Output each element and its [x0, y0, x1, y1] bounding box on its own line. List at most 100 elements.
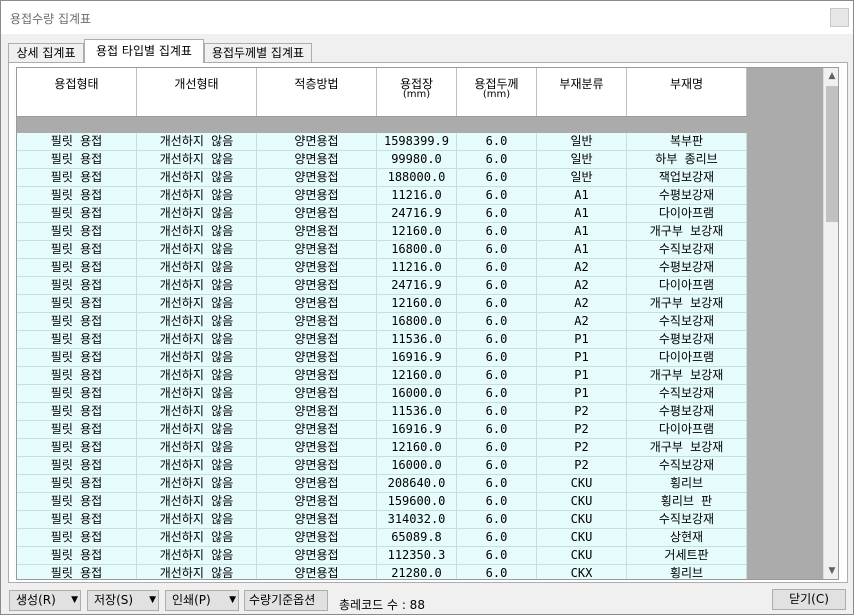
table-cell[interactable]: 개선하지 않음 [137, 421, 257, 438]
table-cell[interactable]: 6.0 [457, 385, 537, 402]
table-cell[interactable]: CKU [537, 529, 627, 546]
table-cell[interactable]: 개선하지 않음 [137, 385, 257, 402]
table-cell[interactable]: 6.0 [457, 547, 537, 564]
table-cell[interactable]: 6.0 [457, 277, 537, 294]
table-cell[interactable]: 16916.9 [377, 349, 457, 366]
table-cell[interactable]: 필릿 용접 [17, 151, 137, 168]
table-cell[interactable]: 수평보강재 [627, 331, 747, 348]
table-cell[interactable]: 개선하지 않음 [137, 241, 257, 258]
table-cell[interactable]: 양면용접 [257, 403, 377, 420]
table-cell[interactable]: 수직보강재 [627, 457, 747, 474]
table-cell[interactable]: 다이아프램 [627, 277, 747, 294]
table-cell[interactable]: 개선하지 않음 [137, 223, 257, 240]
table-cell[interactable]: 수평보강재 [627, 187, 747, 204]
scroll-down-arrow-icon[interactable]: ▼ [824, 563, 838, 579]
table-cell[interactable]: 수직보강재 [627, 385, 747, 402]
table-cell[interactable]: 6.0 [457, 295, 537, 312]
table-cell[interactable]: 다이아프램 [627, 205, 747, 222]
table-cell[interactable]: 양면용접 [257, 169, 377, 186]
table-cell[interactable]: P2 [537, 421, 627, 438]
table-row[interactable]: 필릿 용접 개선하지 않음 양면용접 12160.0 6.0 A1 개구부 보강재 [17, 223, 747, 241]
table-row[interactable]: 필릿 용접 개선하지 않음 양면용접 16000.0 6.0 P2 수직보강재 [17, 457, 747, 475]
table-row[interactable]: 필릿 용접 개선하지 않음 양면용접 1598399.9 6.0 일반 복부판 [17, 133, 747, 151]
table-cell[interactable]: 개선하지 않음 [137, 457, 257, 474]
table-row[interactable]: 필릿 용접 개선하지 않음 양면용접 16000.0 6.0 P1 수직보강재 [17, 385, 747, 403]
table-cell[interactable]: 24716.9 [377, 277, 457, 294]
table-cell[interactable]: 개선하지 않음 [137, 205, 257, 222]
table-cell[interactable]: 양면용접 [257, 421, 377, 438]
table-cell[interactable]: 양면용접 [257, 313, 377, 330]
table-cell[interactable]: P2 [537, 439, 627, 456]
column-header[interactable]: 개선형태 [137, 68, 257, 116]
table-cell[interactable]: 개선하지 않음 [137, 439, 257, 456]
table-cell[interactable]: P1 [537, 367, 627, 384]
table-cell[interactable]: 개선하지 않음 [137, 277, 257, 294]
table-cell[interactable]: 필릿 용접 [17, 331, 137, 348]
table-cell[interactable]: 양면용접 [257, 241, 377, 258]
table-cell[interactable]: 양면용접 [257, 511, 377, 528]
table-row[interactable]: 필릿 용접 개선하지 않음 양면용접 24716.9 6.0 A2 다이아프램 [17, 277, 747, 295]
table-cell[interactable]: 11536.0 [377, 403, 457, 420]
table-cell[interactable]: 다이아프램 [627, 421, 747, 438]
table-cell[interactable]: 16000.0 [377, 385, 457, 402]
table-cell[interactable]: 6.0 [457, 565, 537, 579]
table-cell[interactable]: 개선하지 않음 [137, 493, 257, 510]
table-cell[interactable]: 16916.9 [377, 421, 457, 438]
table-cell[interactable]: 개선하지 않음 [137, 169, 257, 186]
table-cell[interactable]: 개선하지 않음 [137, 511, 257, 528]
table-cell[interactable]: 필릿 용접 [17, 169, 137, 186]
table-cell[interactable]: CKU [537, 547, 627, 564]
summary-grid[interactable]: 용접형태 개선형태 적층방법 용접장 (mm) 용접두께 (mm) 부재분류 부재명… [16, 67, 839, 580]
table-cell[interactable]: 6.0 [457, 259, 537, 276]
table-cell[interactable]: 필릿 용접 [17, 547, 137, 564]
table-cell[interactable]: 횡리브 판 [627, 493, 747, 510]
table-cell[interactable]: 12160.0 [377, 367, 457, 384]
tab-weld-type-summary[interactable]: 용접 타입별 집계표 [84, 39, 204, 63]
table-row[interactable]: 필릿 용접 개선하지 않음 양면용접 188000.0 6.0 일반 잭업보강재 [17, 169, 747, 187]
table-cell[interactable]: P1 [537, 385, 627, 402]
table-cell[interactable]: A1 [537, 223, 627, 240]
table-cell[interactable]: CKX [537, 565, 627, 579]
table-cell[interactable]: 수직보강재 [627, 313, 747, 330]
table-cell[interactable]: A2 [537, 295, 627, 312]
table-cell[interactable]: 필릿 용접 [17, 259, 137, 276]
table-cell[interactable]: 필릿 용접 [17, 133, 137, 150]
table-row[interactable]: 필릿 용접 개선하지 않음 양면용접 99980.0 6.0 일반 하부 종리브 [17, 151, 747, 169]
table-cell[interactable]: 필릿 용접 [17, 313, 137, 330]
table-cell[interactable]: P2 [537, 403, 627, 420]
table-cell[interactable]: 6.0 [457, 349, 537, 366]
table-cell[interactable]: 수평보강재 [627, 403, 747, 420]
table-cell[interactable]: 필릿 용접 [17, 475, 137, 492]
table-cell[interactable]: 12160.0 [377, 223, 457, 240]
table-cell[interactable]: A2 [537, 313, 627, 330]
table-cell[interactable]: 횡리브 [627, 565, 747, 579]
table-cell[interactable]: 6.0 [457, 493, 537, 510]
table-cell[interactable]: 6.0 [457, 187, 537, 204]
table-row[interactable]: 필릿 용접 개선하지 않음 양면용접 112350.3 6.0 CKU 거세트판 [17, 547, 747, 565]
table-cell[interactable]: 양면용접 [257, 187, 377, 204]
table-cell[interactable]: P2 [537, 457, 627, 474]
table-row[interactable]: 필릿 용접 개선하지 않음 양면용접 12160.0 6.0 P2 개구부 보강재 [17, 439, 747, 457]
table-cell[interactable]: 수평보강재 [627, 259, 747, 276]
table-cell[interactable]: 양면용접 [257, 331, 377, 348]
table-cell[interactable]: 필릿 용접 [17, 385, 137, 402]
table-cell[interactable]: 6.0 [457, 367, 537, 384]
table-row[interactable]: 필릿 용접 개선하지 않음 양면용접 24716.9 6.0 A1 다이아프램 [17, 205, 747, 223]
table-cell[interactable]: 양면용접 [257, 223, 377, 240]
table-cell[interactable]: 6.0 [457, 331, 537, 348]
table-cell[interactable]: 양면용접 [257, 367, 377, 384]
table-cell[interactable]: 99980.0 [377, 151, 457, 168]
table-cell[interactable]: 양면용접 [257, 457, 377, 474]
table-cell[interactable]: 6.0 [457, 421, 537, 438]
table-row[interactable]: 필릿 용접 개선하지 않음 양면용접 314032.0 6.0 CKU 수직보강재 [17, 511, 747, 529]
table-row[interactable]: 필릿 용접 개선하지 않음 양면용접 21280.0 6.0 CKX 횡리브 [17, 565, 747, 579]
table-row[interactable]: 필릿 용접 개선하지 않음 양면용접 208640.0 6.0 CKU 횡리브 [17, 475, 747, 493]
table-cell[interactable]: 6.0 [457, 439, 537, 456]
table-cell[interactable]: 6.0 [457, 511, 537, 528]
table-cell[interactable]: 개구부 보강재 [627, 295, 747, 312]
table-cell[interactable]: 65089.8 [377, 529, 457, 546]
table-cell[interactable]: 1598399.9 [377, 133, 457, 150]
table-cell[interactable]: 필릿 용접 [17, 565, 137, 579]
table-row[interactable]: 필릿 용접 개선하지 않음 양면용접 11536.0 6.0 P2 수평보강재 [17, 403, 747, 421]
table-cell[interactable]: 개선하지 않음 [137, 187, 257, 204]
